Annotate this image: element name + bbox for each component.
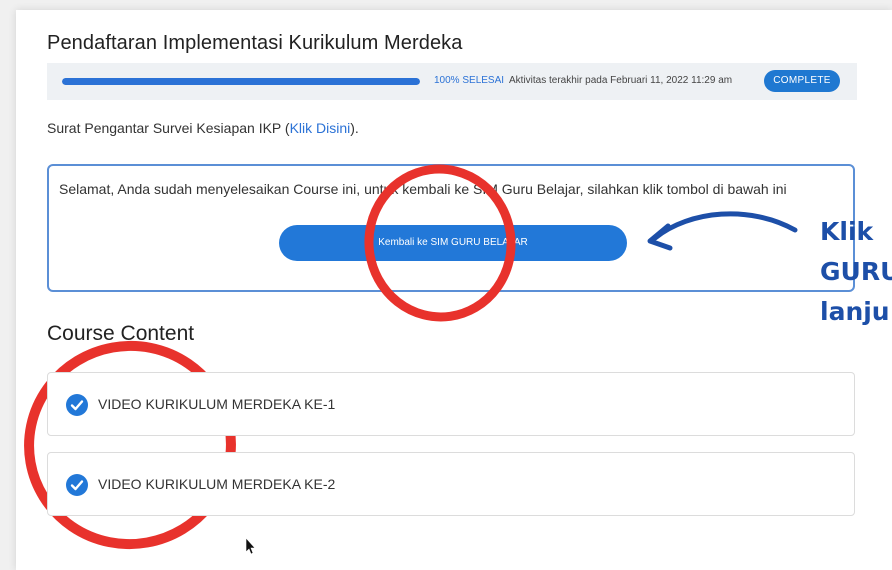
- status-badge: COMPLETE: [764, 70, 840, 92]
- instruction-callout: Klik GURU lanju: [820, 212, 892, 332]
- survey-letter-line: Surat Pengantar Survei Kesiapan IKP (Kli…: [47, 120, 359, 136]
- lesson-item[interactable]: VIDEO KURIKULUM MERDEKA KE-2: [47, 452, 855, 516]
- progress-strip: 100% SELESAI Aktivitas terakhir pada Feb…: [47, 63, 857, 100]
- progress-bar: [62, 78, 420, 85]
- course-content-heading: Course Content: [47, 322, 195, 345]
- lesson-item[interactable]: VIDEO KURIKULUM MERDEKA KE-1: [47, 372, 855, 436]
- back-to-sim-button[interactable]: Kembali ke SIM GURU BELAJAR: [279, 225, 627, 261]
- progress-bar-fill: [62, 78, 420, 85]
- lesson-label: VIDEO KURIKULUM MERDEKA KE-1: [98, 396, 336, 412]
- check-circle-icon: [66, 474, 88, 496]
- progress-percent-label: 100% SELESAI: [434, 75, 505, 86]
- page-title: Pendaftaran Implementasi Kurikulum Merde…: [47, 32, 463, 54]
- last-activity-text: Aktivitas terakhir pada Februari 11, 202…: [509, 75, 733, 86]
- survey-link[interactable]: Klik Disini: [290, 120, 351, 136]
- callout-line-1: Klik: [820, 217, 874, 246]
- callout-line-3: lanju: [820, 297, 890, 326]
- completion-message: Selamat, Anda sudah menyelesaikan Course…: [59, 181, 787, 197]
- callout-line-2: GURU: [820, 257, 892, 286]
- lesson-label: VIDEO KURIKULUM MERDEKA KE-2: [98, 476, 336, 492]
- survey-text-suffix: ).: [350, 120, 359, 136]
- completion-notice: Selamat, Anda sudah menyelesaikan Course…: [47, 164, 855, 292]
- check-circle-icon: [66, 394, 88, 416]
- survey-text-prefix: Surat Pengantar Survei Kesiapan IKP (: [47, 120, 290, 136]
